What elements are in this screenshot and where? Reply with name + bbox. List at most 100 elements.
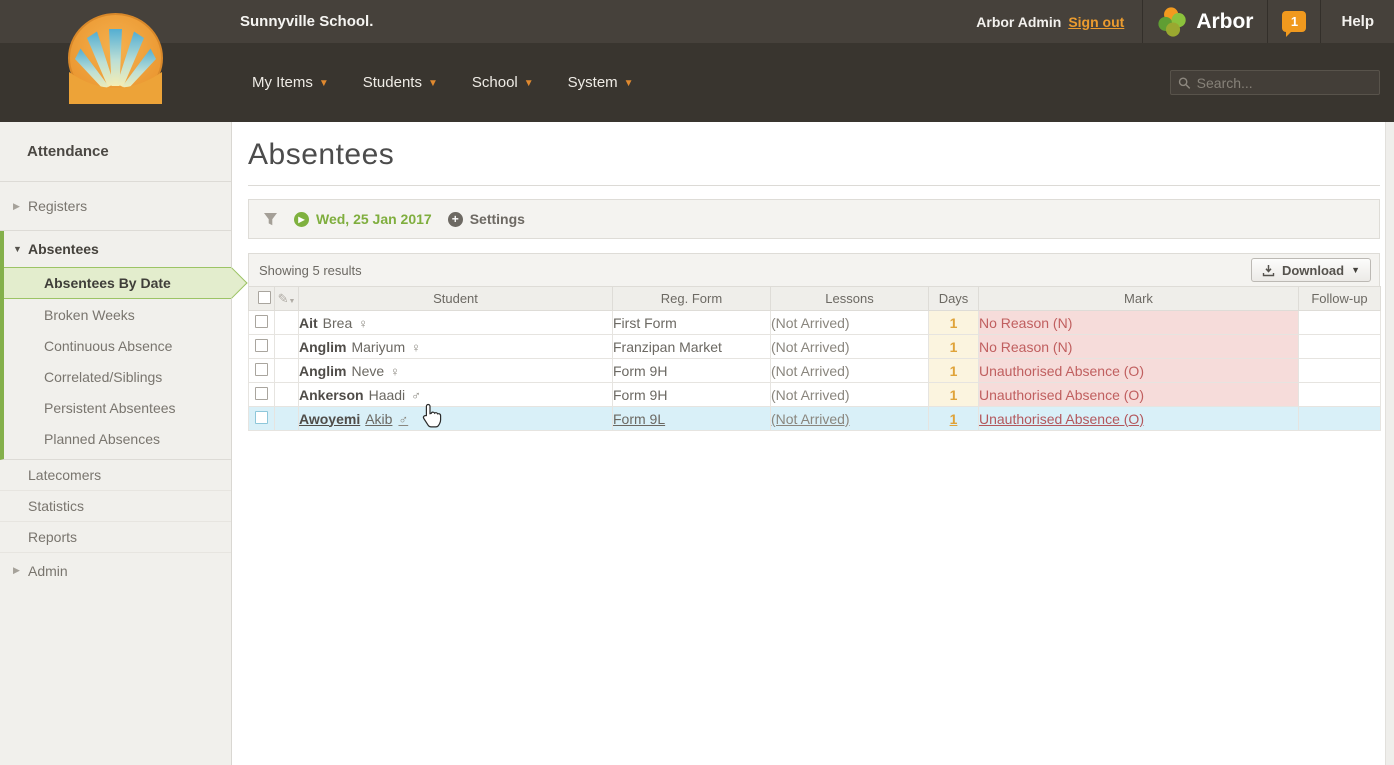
nav-students[interactable]: Students ▼ [363,74,438,91]
sidebar-item-latecomers[interactable]: Latecomers [0,460,231,491]
sidebar-item-label: Reports [28,529,78,545]
reg-form-cell[interactable]: Form 9L [612,406,771,431]
follow-up-cell[interactable] [1298,334,1381,359]
student-cell[interactable]: Ankerson Haadi ♂ [298,382,613,407]
notification-section[interactable]: 1 [1267,0,1320,43]
lessons-cell[interactable]: (Not Arrived) [770,334,929,359]
follow-up-cell[interactable] [1298,310,1381,335]
days-cell[interactable]: 1 [928,310,979,335]
table-row-hovered[interactable]: Awoyemi Akib ♂ Form 9L (Not Arrived) 1 Una… [248,406,1381,431]
lessons-cell[interactable]: (Not Arrived) [770,406,929,431]
school-logo[interactable] [67,12,164,104]
checkbox-cell [248,310,275,335]
reg-form-cell[interactable]: Form 9H [612,382,771,407]
col-student[interactable]: Student [298,286,613,311]
table-row[interactable]: Ankerson Haadi ♂ Form 9H (Not Arrived) 1 U… [248,382,1381,407]
mark-cell[interactable]: No Reason (N) [978,334,1299,359]
male-icon: ♂ [411,387,421,403]
chevron-down-icon: ▼ [623,77,634,89]
notification-badge[interactable]: 1 [1282,11,1307,37]
lessons-cell[interactable]: (Not Arrived) [770,382,929,407]
mark-cell[interactable]: Unauthorised Absence (O) [978,406,1299,431]
edit-cell [274,382,299,407]
chevron-down-icon: ▼ [427,77,438,89]
nav-school[interactable]: School ▼ [472,74,534,91]
bulk-edit-header[interactable]: ✎▼ [274,286,299,311]
student-cell[interactable]: Anglim Neve ♀ [298,358,613,383]
edit-cell [274,358,299,383]
follow-up-cell[interactable] [1298,358,1381,383]
sidebar-item-correlated-siblings[interactable]: Correlated/Siblings [4,361,231,392]
sidebar-item-label: Broken Weeks [44,306,135,323]
reg-form-cell[interactable]: Franzipan Market [612,334,771,359]
table-row[interactable]: Anglim Mariyum ♀ Franzipan Market (Not Arr… [248,334,1381,359]
sidebar-item-absentees[interactable]: ▼ Absentees [4,231,231,267]
col-days[interactable]: Days [928,286,979,311]
mark-cell[interactable]: No Reason (N) [978,310,1299,335]
row-checkbox[interactable] [255,314,268,328]
lessons-cell[interactable]: (Not Arrived) [770,358,929,383]
chevron-down-icon: ▼ [13,244,22,254]
nav-system[interactable]: System ▼ [568,74,634,91]
row-checkbox[interactable] [255,410,268,424]
sidebar-item-broken-weeks[interactable]: Broken Weeks [4,299,231,330]
search-input[interactable] [1196,74,1372,91]
student-cell[interactable]: Ait Brea ♀ [298,310,613,335]
days-cell[interactable]: 1 [928,406,979,431]
nav-items: My Items ▼ Students ▼ School ▼ System ▼ [252,43,634,122]
col-reg-form[interactable]: Reg. Form [612,286,771,311]
col-follow-up[interactable]: Follow-up [1298,286,1381,311]
checkbox-cell [248,358,275,383]
sidebar-item-persistent-absentees[interactable]: Persistent Absentees [4,392,231,423]
follow-up-cell[interactable] [1298,382,1381,407]
arbor-brand[interactable]: Arbor [1142,0,1267,43]
sidebar-absentees-group: ▼ Absentees Absentees By Date Broken Wee… [0,231,248,460]
nav-my-items[interactable]: My Items ▼ [252,74,329,91]
row-checkbox[interactable] [255,338,268,352]
download-label: Download [1281,262,1345,278]
nav-label: School [471,74,518,91]
search-box [1170,70,1380,95]
sidebar-item-absentees-by-date[interactable]: Absentees By Date [4,267,248,299]
page-title: Absentees [248,138,395,171]
sidebar-item-label: Continuous Absence [44,337,173,354]
help-link[interactable]: Help [1335,13,1380,30]
student-cell[interactable]: Anglim Mariyum ♀ [298,334,613,359]
sidebar-item-statistics[interactable]: Statistics [0,491,231,522]
days-cell[interactable]: 1 [928,334,979,359]
scrollbar[interactable] [1385,122,1394,765]
download-button[interactable]: Download ▼ [1250,258,1371,282]
settings-filter[interactable]: + Settings [447,211,525,227]
student-cell[interactable]: Awoyemi Akib ♂ [298,406,613,431]
checkbox-cell [248,406,275,431]
sidebar-item-admin[interactable]: ▶ Admin [0,555,231,586]
row-checkbox[interactable] [255,362,268,376]
chevron-down-icon: ▼ [318,77,329,89]
sidebar-item-planned-absences[interactable]: Planned Absences [4,423,231,454]
date-filter[interactable]: ▶ Wed, 25 Jan 2017 [294,211,432,227]
table-row[interactable]: Anglim Neve ♀ Form 9H (Not Arrived) 1 Unau… [248,358,1381,383]
row-checkbox[interactable] [255,386,268,400]
days-cell[interactable]: 1 [928,358,979,383]
edit-cell [274,334,299,359]
reg-form-cell[interactable]: Form 9H [612,358,771,383]
sidebar-item-registers[interactable]: ▶ Registers [0,182,231,231]
col-lessons[interactable]: Lessons [770,286,929,311]
col-mark[interactable]: Mark [978,286,1299,311]
follow-up-cell[interactable] [1298,406,1381,431]
chevron-down-icon: ▼ [1351,265,1360,275]
mark-cell[interactable]: Unauthorised Absence (O) [978,358,1299,383]
sidebar-item-reports[interactable]: Reports [0,522,231,553]
table-row[interactable]: Ait Brea ♀ First Form (Not Arrived) 1 No R… [248,310,1381,335]
help-section[interactable]: Help [1320,0,1394,43]
mark-cell[interactable]: Unauthorised Absence (O) [978,382,1299,407]
select-all-checkbox[interactable] [258,290,271,304]
lessons-cell[interactable]: (Not Arrived) [770,310,929,335]
reg-form-cell[interactable]: First Form [612,310,771,335]
sign-out-link[interactable]: Sign out [1068,14,1124,30]
absentees-table: ✎▼ Student Reg. Form Lessons Days Mark F… [248,286,1381,431]
nav-label: System [567,74,618,91]
sidebar-item-continuous-absence[interactable]: Continuous Absence [4,330,231,361]
days-cell[interactable]: 1 [928,382,979,407]
female-icon: ♀ [358,315,368,331]
